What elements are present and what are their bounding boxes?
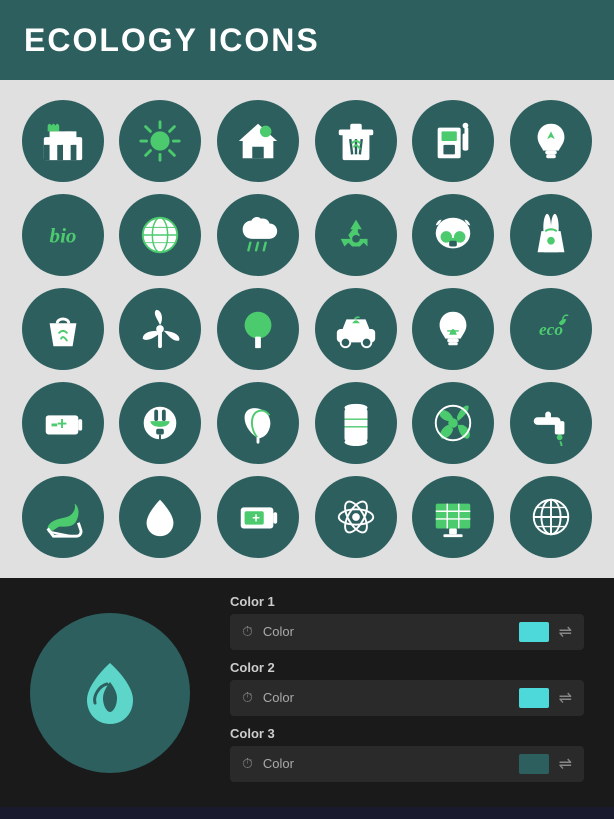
color3-label: Color 3 bbox=[230, 726, 584, 741]
color2-group: Color 2 ⏱ Color ⇌ bbox=[230, 660, 584, 716]
icon-eco-home[interactable] bbox=[217, 100, 299, 182]
color3-text: Color bbox=[263, 756, 509, 771]
icon-tree[interactable] bbox=[217, 288, 299, 370]
icon-nuclear-plant[interactable] bbox=[510, 194, 592, 276]
icon-atom[interactable] bbox=[315, 476, 397, 558]
bottom-section: Color 1 ⏱ Color ⇌ Color 2 ⏱ Color ⇌ Colo… bbox=[0, 578, 614, 807]
svg-text:bio: bio bbox=[49, 224, 76, 248]
color1-arrow-icon[interactable]: ⇌ bbox=[559, 622, 572, 642]
color1-swatch[interactable] bbox=[519, 622, 549, 642]
icon-barrel[interactable] bbox=[315, 382, 397, 464]
icon-eco-car[interactable] bbox=[315, 288, 397, 370]
color3-arrow-icon[interactable]: ⇌ bbox=[559, 754, 572, 774]
color-controls: Color 1 ⏱ Color ⇌ Color 2 ⏱ Color ⇌ Colo… bbox=[230, 594, 584, 792]
icon-eco-bulb2[interactable] bbox=[412, 288, 494, 370]
icon-sun[interactable] bbox=[119, 100, 201, 182]
color2-arrow-icon[interactable]: ⇌ bbox=[559, 688, 572, 708]
icon-eco-bulb[interactable] bbox=[510, 100, 592, 182]
color1-clock-icon: ⏱ bbox=[242, 623, 253, 640]
svg-text:+: + bbox=[57, 414, 67, 434]
color1-row[interactable]: ⏱ Color ⇌ bbox=[230, 614, 584, 650]
icon-wind-turbine[interactable] bbox=[119, 288, 201, 370]
icon-rain-cloud[interactable] bbox=[217, 194, 299, 276]
color2-swatch[interactable] bbox=[519, 688, 549, 708]
header: ECOLOGY ICONS bbox=[0, 0, 614, 80]
color3-group: Color 3 ⏱ Color ⇌ bbox=[230, 726, 584, 782]
icons-grid: bio eco + bbox=[0, 80, 614, 578]
icon-fuel-station[interactable] bbox=[412, 100, 494, 182]
color2-text: Color bbox=[263, 690, 509, 705]
icon-radiation[interactable] bbox=[412, 382, 494, 464]
icon-gas-mask[interactable] bbox=[412, 194, 494, 276]
icon-bio[interactable]: bio bbox=[22, 194, 104, 276]
icon-water-tap[interactable] bbox=[510, 382, 592, 464]
icon-plug[interactable] bbox=[119, 382, 201, 464]
icon-eco-text[interactable]: eco bbox=[510, 288, 592, 370]
icon-recycle-bin[interactable] bbox=[315, 100, 397, 182]
color3-clock-icon: ⏱ bbox=[242, 755, 253, 772]
color1-label: Color 1 bbox=[230, 594, 584, 609]
color3-row[interactable]: ⏱ Color ⇌ bbox=[230, 746, 584, 782]
icon-eco-bag[interactable] bbox=[22, 288, 104, 370]
icon-factory[interactable] bbox=[22, 100, 104, 182]
page-title: ECOLOGY ICONS bbox=[24, 22, 320, 59]
icon-leaf[interactable] bbox=[217, 382, 299, 464]
icon-battery[interactable]: + bbox=[22, 382, 104, 464]
icon-solar-panel[interactable] bbox=[412, 476, 494, 558]
icon-world-grid[interactable] bbox=[510, 476, 592, 558]
icon-recycle[interactable] bbox=[315, 194, 397, 276]
color2-label: Color 2 bbox=[230, 660, 584, 675]
icon-water-drop[interactable] bbox=[119, 476, 201, 558]
icon-hand-leaf[interactable] bbox=[22, 476, 104, 558]
color3-swatch[interactable] bbox=[519, 754, 549, 774]
color1-group: Color 1 ⏱ Color ⇌ bbox=[230, 594, 584, 650]
color2-clock-icon: ⏱ bbox=[242, 689, 253, 706]
preview-icon-circle bbox=[30, 613, 190, 773]
color1-text: Color bbox=[263, 624, 509, 639]
icon-green-battery[interactable]: + bbox=[217, 476, 299, 558]
color2-row[interactable]: ⏱ Color ⇌ bbox=[230, 680, 584, 716]
icon-globe[interactable] bbox=[119, 194, 201, 276]
svg-text:+: + bbox=[252, 511, 260, 526]
